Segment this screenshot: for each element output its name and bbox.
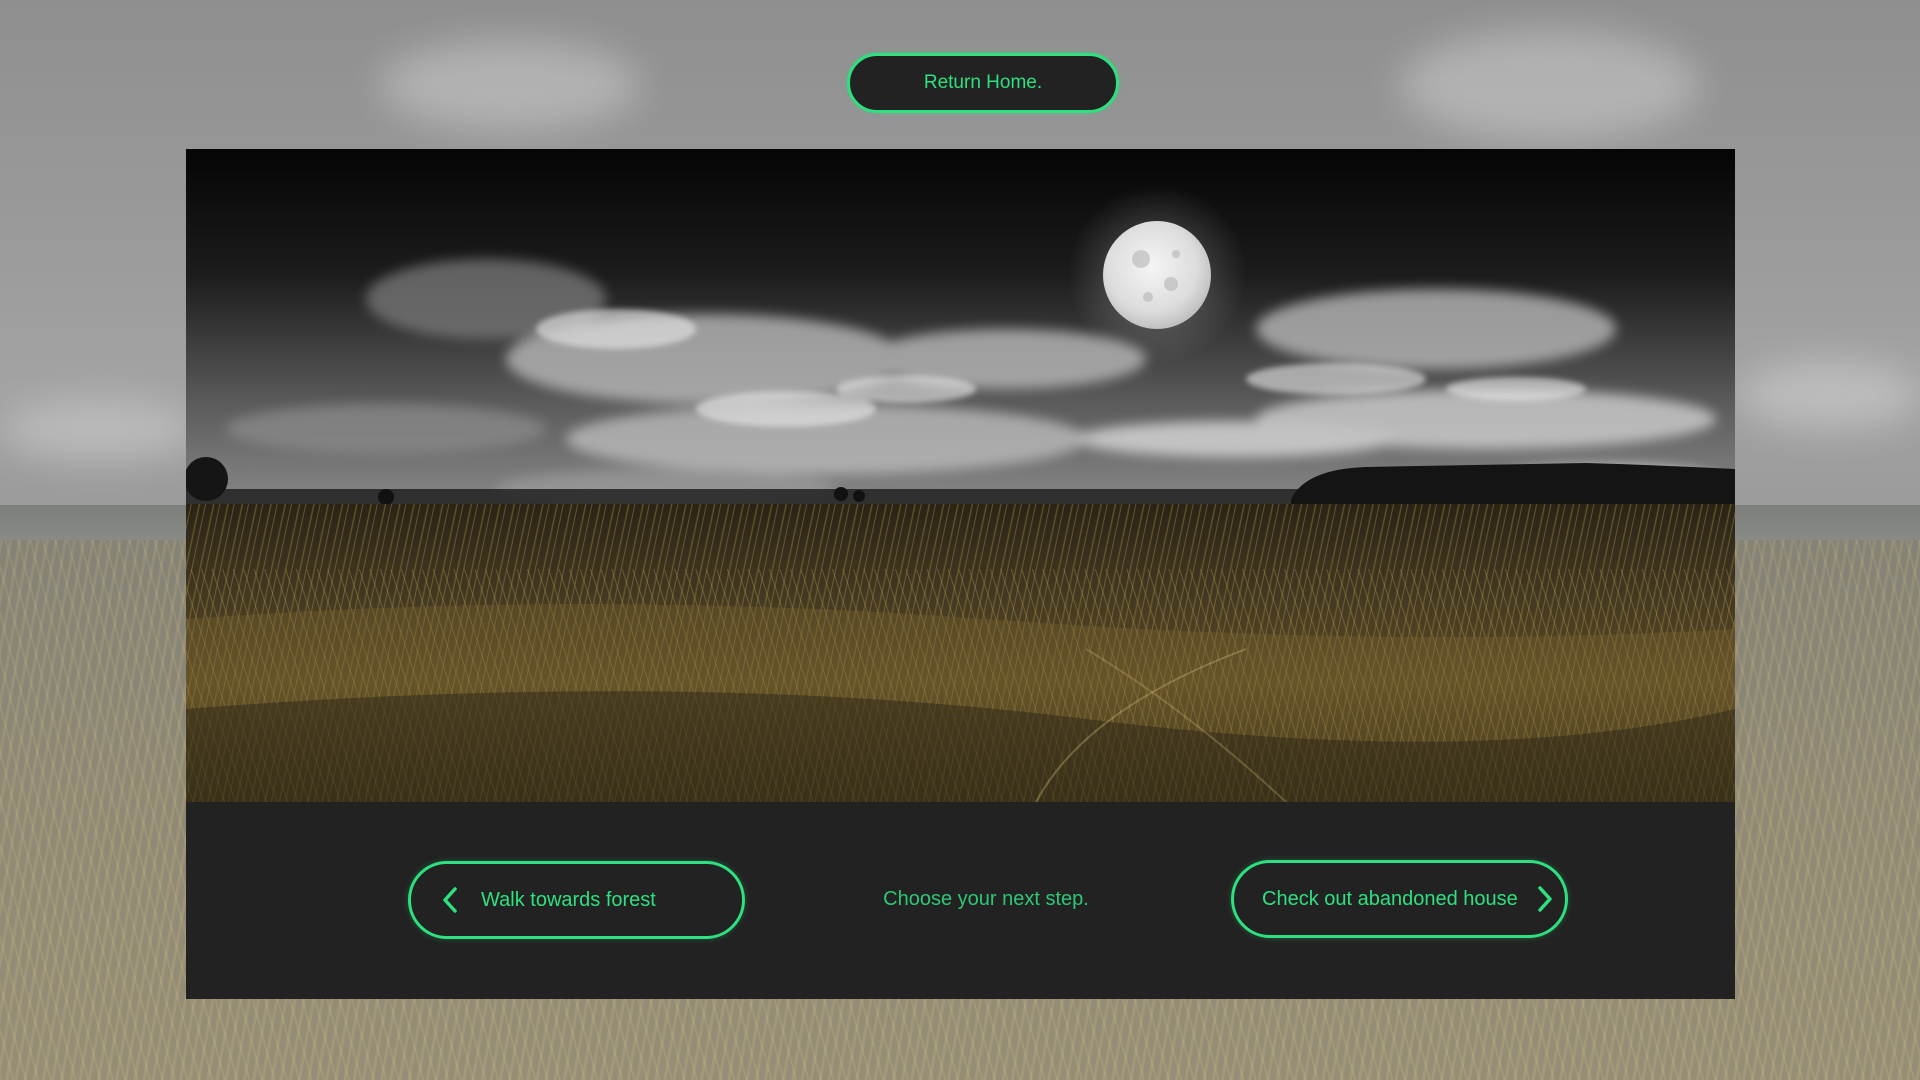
background-cloud [1740, 360, 1920, 430]
background-cloud [1400, 30, 1700, 140]
walk-towards-forest-button[interactable]: Walk towards forest [408, 861, 745, 939]
background-cloud [0, 400, 200, 460]
chevron-right-icon [1538, 886, 1552, 912]
background-cloud [380, 40, 640, 130]
choice-label-left: Walk towards forest [481, 888, 656, 911]
choice-label-right: Check out abandoned house [1262, 887, 1518, 910]
return-home-button[interactable]: Return Home. [847, 53, 1119, 113]
check-out-abandoned-house-button[interactable]: Check out abandoned house [1231, 860, 1568, 938]
moon-icon [1103, 221, 1211, 329]
story-prompt: Choose your next step. [883, 888, 1089, 910]
choice-panel: Walk towards forest Choose your next ste… [186, 802, 1735, 999]
chevron-left-icon [443, 887, 457, 913]
moonlit-field-illustration [186, 149, 1735, 802]
scene-image [186, 149, 1735, 802]
return-home-label: Return Home. [923, 72, 1043, 93]
story-card: Walk towards forest Choose your next ste… [186, 149, 1735, 999]
